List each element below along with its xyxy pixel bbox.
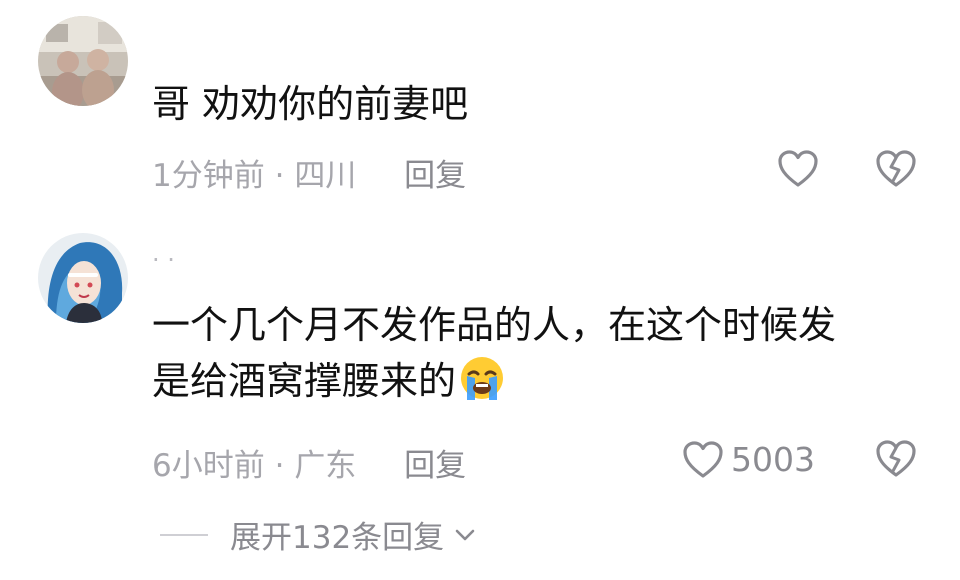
like-button[interactable]: 5003 <box>683 440 815 479</box>
reply-button[interactable]: 回复 <box>404 448 466 484</box>
comment-text: 哥 劝劝你的前妻吧 <box>152 76 468 132</box>
meta-separator: · <box>274 448 295 484</box>
comment-text-line: 是给酒窝撑腰来的 <box>152 359 457 403</box>
comment-meta: 1分钟前 · 四川 回复 <box>152 150 466 195</box>
heart-outline-icon <box>778 150 818 187</box>
comment-location: 四川 <box>294 158 357 194</box>
nickname[interactable]: · · <box>152 246 175 274</box>
broken-heart-icon <box>876 150 916 187</box>
comment-time: 6小时前 <box>152 448 265 484</box>
expand-replies-button[interactable]: 展开132条回复 <box>160 512 476 557</box>
dislike-button[interactable] <box>876 150 916 192</box>
crying-face-emoji <box>461 357 504 400</box>
avatar-image <box>38 16 128 106</box>
reply-button[interactable]: 回复 <box>404 158 466 194</box>
chevron-down-icon <box>455 529 475 540</box>
like-button[interactable] <box>778 150 818 188</box>
divider <box>160 533 208 536</box>
comment-text-line: 一个几个月不发作品的人，在这个时候发 <box>152 303 837 347</box>
broken-heart-icon <box>876 440 916 477</box>
comment-text-line-2: 是给酒窝撑腰来的 <box>152 353 836 409</box>
comment-text-line: 哥 劝劝你的前妻吧 <box>152 82 469 126</box>
dislike-button[interactable] <box>876 440 916 482</box>
avatar[interactable] <box>38 16 128 106</box>
comment-text: 一个几个月不发作品的人，在这个时候发 是给酒窝撑腰来的 <box>152 297 836 409</box>
comment-location: 广东 <box>294 448 357 484</box>
expand-replies-label: 展开132条回复 <box>230 520 445 556</box>
heart-outline-icon <box>683 440 723 478</box>
comment-time: 1分钟前 <box>152 158 265 194</box>
avatar[interactable] <box>38 233 128 323</box>
meta-separator: · <box>274 158 295 194</box>
like-count: 5003 <box>731 440 815 479</box>
avatar-image <box>38 233 128 323</box>
comment-meta: 6小时前 · 广东 回复 <box>152 440 466 485</box>
